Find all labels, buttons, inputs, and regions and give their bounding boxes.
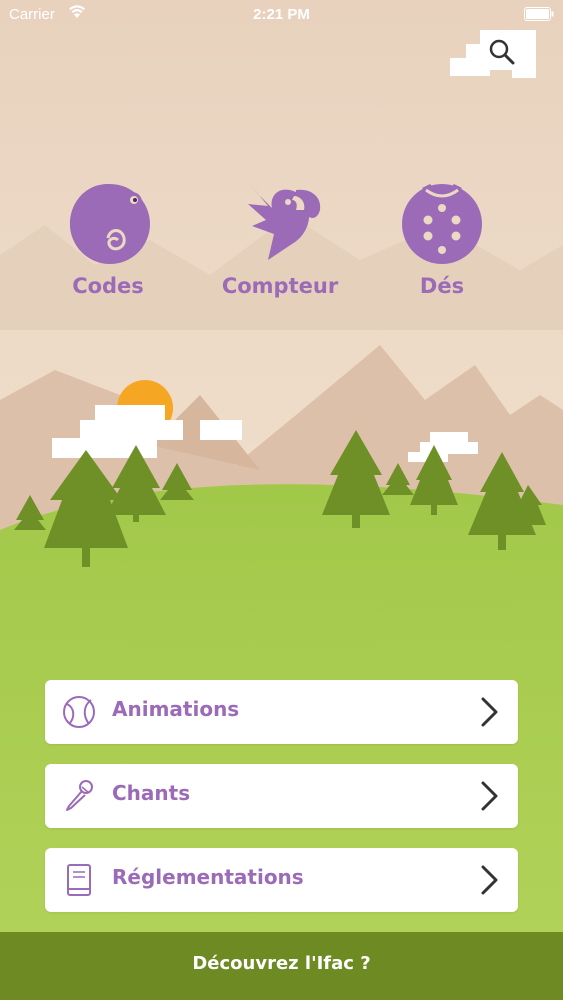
- ball-icon: [63, 696, 95, 728]
- menu-label-animations: Animations: [112, 697, 240, 721]
- codes-label: Codes: [72, 274, 144, 298]
- microphone-icon: [66, 780, 93, 811]
- discover-ifac-button[interactable]: Découvrez l'Ifac ?: [0, 932, 563, 1000]
- chevron-right-icon: [481, 781, 498, 811]
- status-bar: Carrier 2:21 PM: [0, 0, 563, 30]
- search-icon: [450, 30, 536, 78]
- search-button[interactable]: [450, 30, 540, 80]
- des-button[interactable]: Dés: [362, 180, 522, 310]
- book-icon: [67, 864, 91, 896]
- clock: 2:21 PM: [253, 6, 310, 23]
- ladybug-dice-icon: [402, 184, 482, 264]
- chameleon-icon: [70, 184, 150, 264]
- menu-label-chants: Chants: [112, 781, 191, 805]
- compteur-label: Compteur: [221, 274, 339, 298]
- codes-button[interactable]: Codes: [28, 180, 188, 310]
- des-label: Dés: [419, 274, 465, 298]
- parrot-icon: [248, 184, 321, 260]
- menu-item-reglementations[interactable]: Réglementations: [45, 848, 518, 912]
- menu-item-animations[interactable]: Animations: [45, 680, 518, 744]
- menu-item-chants[interactable]: Chants: [45, 764, 518, 828]
- chevron-right-icon: [481, 865, 498, 895]
- menu-label-reglementations: Réglementations: [112, 865, 304, 889]
- footer-label: Découvrez l'Ifac ?: [192, 953, 371, 974]
- chevron-right-icon: [481, 697, 498, 727]
- battery-icon: [524, 7, 554, 21]
- compteur-button[interactable]: Compteur: [200, 180, 360, 310]
